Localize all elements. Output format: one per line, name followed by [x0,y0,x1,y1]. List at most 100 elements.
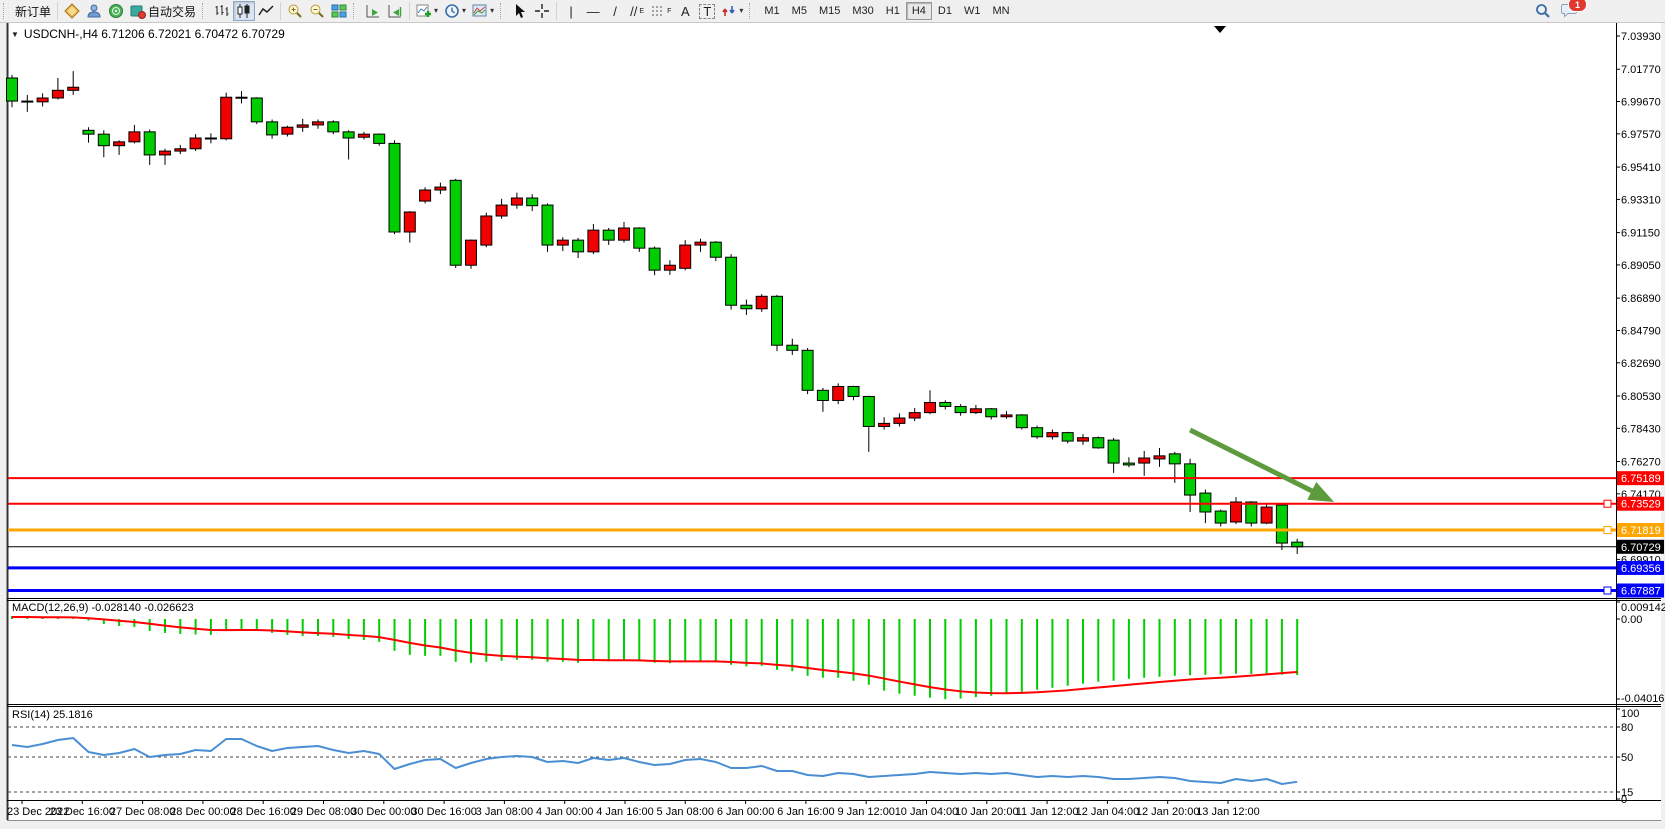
channel-button[interactable]: //E [626,1,648,21]
svg-text:28 Dec 16:00: 28 Dec 16:00 [230,806,295,818]
candlestick-icon [236,3,252,19]
svg-text:30 Dec 16:00: 30 Dec 16:00 [411,806,476,818]
svg-text:27 Dec 08:00: 27 Dec 08:00 [110,806,175,818]
svg-text:29 Dec 08:00: 29 Dec 08:00 [291,806,356,818]
cursor-button[interactable] [509,1,531,21]
line-chart-button[interactable] [255,1,277,21]
toolbar-grip [202,3,208,19]
toolbar-grip [3,3,9,19]
signals-button[interactable] [105,1,127,21]
timeframe-button-m5[interactable]: M5 [786,2,813,20]
svg-text:6 Jan 16:00: 6 Jan 16:00 [777,806,835,818]
chart-canvas[interactable]: 7.039307.017706.996706.975706.954106.933… [0,0,1665,829]
periods-button[interactable]: ▾ [441,1,469,21]
timeframe-button-h4[interactable]: H4 [906,2,932,20]
gold-diamond-icon [64,3,80,19]
text-icon: A [681,5,690,18]
svg-text:6.75189: 6.75189 [1621,473,1661,485]
new-order-button[interactable]: 新订单 [12,1,54,21]
svg-text:4 Jan 16:00: 4 Jan 16:00 [596,806,654,818]
text-button[interactable]: A [674,1,696,21]
templates-button[interactable]: ▾ [469,1,497,21]
zoom-out-button[interactable] [306,1,328,21]
svg-text:6.89050: 6.89050 [1621,260,1661,272]
svg-text:6.76270: 6.76270 [1621,457,1661,469]
search-button[interactable] [1532,1,1554,21]
svg-text:6.86890: 6.86890 [1621,293,1661,305]
macd-indicator-label: MACD(12,26,9) -0.028140 -0.026623 [12,602,194,614]
equidistant-channel-icon: // [630,5,637,18]
hline-handle[interactable] [1604,587,1611,594]
fibonacci-sub-label: F [667,8,671,15]
crosshair-button[interactable] [531,1,553,21]
indicators-button[interactable]: ▾ [413,1,441,21]
timeframe-button-mn[interactable]: MN [986,2,1015,20]
candlestick-chart-button[interactable] [233,1,255,21]
timeframe-button-d1[interactable]: D1 [932,2,958,20]
new-order-label: 新订单 [15,3,51,20]
trendline-button[interactable]: / [604,1,626,21]
vertical-line-button[interactable]: | [560,1,582,21]
chart-title-bar: ▼ USDCNH-,H4 6.71206 6.72021 6.70472 6.7… [11,27,285,41]
svg-text:10 Jan 04:00: 10 Jan 04:00 [895,806,959,818]
hline-handle[interactable] [1604,527,1611,534]
notification-badge: 1 [1568,0,1587,12]
svg-text:7.01770: 7.01770 [1621,64,1661,76]
hline-handle[interactable] [1604,500,1611,507]
zoom-in-button[interactable] [284,1,306,21]
timeframe-button-w1[interactable]: W1 [958,2,987,20]
svg-text:6.84790: 6.84790 [1621,325,1661,337]
zoom-in-icon [287,3,303,19]
svg-text:6.70729: 6.70729 [1621,542,1661,554]
fibonacci-button[interactable]: F [648,1,674,21]
auto-scroll-icon [365,3,381,19]
svg-text:6.71819: 6.71819 [1621,525,1661,537]
vertical-line-icon: | [569,5,572,18]
arrows-button[interactable]: ▾ [718,1,746,21]
collapse-icon[interactable]: ▼ [11,30,19,39]
svg-text:6.99670: 6.99670 [1621,97,1661,109]
svg-text:6.97570: 6.97570 [1621,129,1661,141]
auto-trading-icon [130,3,146,19]
svg-text:5 Jan 08:00: 5 Jan 08:00 [657,806,715,818]
svg-text:12 Jan 04:00: 12 Jan 04:00 [1076,806,1140,818]
svg-text:6 Jan 00:00: 6 Jan 00:00 [717,806,775,818]
user-profile-button[interactable] [83,1,105,21]
auto-scroll-button[interactable] [362,1,384,21]
toolbar: 新订单 自动交易 [0,0,1665,23]
timeframe-button-m1[interactable]: M1 [758,2,785,20]
chart-shift-button[interactable] [384,1,406,21]
svg-text:6.67887: 6.67887 [1621,586,1661,598]
svg-text:30 Dec 00:00: 30 Dec 00:00 [351,806,416,818]
timeframe-toolbar: M1M5M15M30H1H4D1W1MN [758,2,1015,20]
toolbar-separator [409,2,410,20]
horizontal-line-button[interactable]: — [582,1,604,21]
tile-windows-icon [331,3,347,19]
svg-text:28 Dec 00:00: 28 Dec 00:00 [170,806,235,818]
fibonacci-icon [651,4,665,18]
mql-community-button[interactable] [61,1,83,21]
timeframe-button-h1[interactable]: H1 [880,2,906,20]
toolbar-separator [280,2,281,20]
timeframe-button-m30[interactable]: M30 [846,2,879,20]
text-label-button[interactable]: T [696,1,718,21]
template-icon [472,3,488,19]
svg-text:100: 100 [1621,708,1639,720]
toolbar-right-cluster: 1 [1532,1,1665,21]
chevron-down-icon: ▾ [739,7,743,15]
svg-text:4 Jan 00:00: 4 Jan 00:00 [536,806,594,818]
toolbar-separator [556,2,557,20]
bar-chart-button[interactable] [211,1,233,21]
tile-windows-button[interactable] [328,1,350,21]
toolbar-grip [353,3,359,19]
svg-text:10 Jan 20:00: 10 Jan 20:00 [955,806,1019,818]
timeframe-button-m15[interactable]: M15 [813,2,846,20]
svg-text:50: 50 [1621,752,1633,764]
crosshair-icon [534,3,550,19]
svg-text:80: 80 [1621,722,1633,734]
svg-text:6.80530: 6.80530 [1621,391,1661,403]
search-icon [1535,3,1551,19]
auto-trading-button[interactable]: 自动交易 [127,1,199,21]
svg-text:23 Dec 16:00: 23 Dec 16:00 [50,806,115,818]
line-chart-icon [258,3,274,19]
